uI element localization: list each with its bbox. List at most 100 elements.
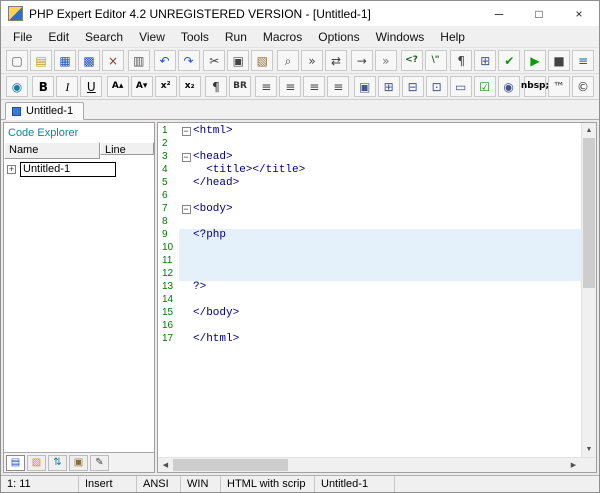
ftp-panel-tab[interactable]: ⇅ xyxy=(48,454,67,471)
maximize-button[interactable]: □ xyxy=(519,1,559,26)
italic-button[interactable]: I xyxy=(56,76,79,97)
insert-table-button[interactable]: ⊞ xyxy=(474,50,497,71)
nbsp-entity-button[interactable]: nbsp; xyxy=(521,76,549,97)
checkbox-button[interactable]: ☑ xyxy=(473,76,496,97)
save-icon: ▦ xyxy=(59,53,71,68)
font-bigger-button[interactable]: A▴ xyxy=(106,76,129,97)
special-chars-button[interactable]: ¶ xyxy=(450,50,473,71)
escape-quote-button[interactable]: \" xyxy=(424,50,447,71)
vertical-scrollbar[interactable]: ▲ ▼ xyxy=(581,123,596,457)
vertical-scroll-thumb[interactable] xyxy=(583,138,595,288)
bold-button[interactable]: B xyxy=(32,76,55,97)
subscript-button[interactable]: x₂ xyxy=(178,76,201,97)
todo-panel-tab[interactable]: ✎ xyxy=(90,454,109,471)
tab-untitled-1[interactable]: Untitled-1 xyxy=(5,102,85,120)
stop-script-button[interactable]: ■ xyxy=(548,50,570,71)
table-button[interactable]: ⊞ xyxy=(377,76,400,97)
save-all-button[interactable]: ▩ xyxy=(78,50,100,71)
new-file-icon: ▢ xyxy=(11,53,23,68)
scroll-left-icon[interactable]: ◀ xyxy=(158,458,173,472)
align-justify-button[interactable]: ≡ xyxy=(327,76,350,97)
status-syntax-mode: HTML with scrip xyxy=(221,476,315,492)
horizontal-scroll-track[interactable] xyxy=(173,458,566,472)
open-folder-button[interactable]: ▤ xyxy=(30,50,52,71)
underline-button[interactable]: U xyxy=(80,76,103,97)
menu-help[interactable]: Help xyxy=(432,28,473,46)
more-commands-button[interactable]: » xyxy=(374,50,397,71)
line-break-button[interactable]: BR xyxy=(228,76,251,97)
fold-column xyxy=(179,307,193,320)
align-center-button[interactable]: ≡ xyxy=(279,76,302,97)
tree-row[interactable]: + Untitled-1 xyxy=(7,162,154,177)
horizontal-scrollbar[interactable]: ◀ ▶ xyxy=(158,458,581,472)
menu-windows[interactable]: Windows xyxy=(368,28,433,46)
undo-button[interactable]: ↶ xyxy=(153,50,176,71)
minimize-button[interactable]: ─ xyxy=(479,1,519,26)
fold-column xyxy=(179,229,193,242)
editor-lines[interactable]: 1− <html> 2 3− <head> 4 <title></title> 5 </hea… xyxy=(158,123,581,457)
scroll-up-icon[interactable]: ▲ xyxy=(582,123,596,138)
form-button[interactable]: ▭ xyxy=(449,76,472,97)
find-button[interactable]: ⌕ xyxy=(277,50,299,71)
trademark-entity-button[interactable]: ™ xyxy=(547,76,570,97)
save-button[interactable]: ▦ xyxy=(54,50,76,71)
find-next-button[interactable]: » xyxy=(301,50,323,71)
fold-toggle-icon[interactable]: − xyxy=(181,127,191,136)
replace-button[interactable]: ⇄ xyxy=(325,50,347,71)
scroll-down-icon[interactable]: ▼ xyxy=(582,442,596,457)
print-button[interactable]: ▥ xyxy=(127,50,150,71)
table-row-button[interactable]: ⊟ xyxy=(401,76,424,97)
table-cell-button[interactable]: ⊡ xyxy=(425,76,448,97)
goto-line-button[interactable]: → xyxy=(350,50,373,71)
paste-button[interactable]: ▧ xyxy=(251,50,274,71)
code-explorer-tree[interactable]: + Untitled-1 xyxy=(4,159,154,452)
status-bar: 1: 11 Insert ANSI WIN HTML with scrip Untitle… xyxy=(1,475,599,492)
vertical-scroll-track[interactable] xyxy=(582,138,596,442)
file-browser-panel-tab[interactable]: ▧ xyxy=(27,454,46,471)
horizontal-scroll-thumb[interactable] xyxy=(173,459,288,471)
menu-edit[interactable]: Edit xyxy=(40,28,77,46)
code-text: <title></title> xyxy=(193,164,306,176)
app-icon xyxy=(8,6,23,21)
redo-button[interactable]: ↷ xyxy=(177,50,200,71)
menu-options[interactable]: Options xyxy=(310,28,367,46)
fold-toggle-icon[interactable]: − xyxy=(181,153,191,162)
superscript-button[interactable]: x² xyxy=(154,76,177,97)
radio-button-button[interactable]: ◉ xyxy=(497,76,520,97)
cut-button[interactable]: ✂ xyxy=(203,50,226,71)
preview-browser-button[interactable]: ◉ xyxy=(6,76,28,97)
form-icon: ▭ xyxy=(454,79,467,94)
align-left-icon: ≡ xyxy=(261,79,272,94)
line-number: 1 xyxy=(162,125,168,136)
close-file-button[interactable]: × xyxy=(102,50,124,71)
fold-toggle-icon[interactable]: − xyxy=(181,205,191,214)
check-syntax-button[interactable]: ✔ xyxy=(498,50,521,71)
align-left-button[interactable]: ≡ xyxy=(255,76,278,97)
pilcrow-button[interactable]: ¶ xyxy=(204,76,227,97)
script-output-button[interactable]: ≡ xyxy=(572,50,594,71)
run-script-button[interactable]: ▶ xyxy=(524,50,546,71)
snippets-panel-tab[interactable]: ▣ xyxy=(69,454,88,471)
code-explorer-panel: Code Explorer Name Line + Untitled-1 ▤ ▧ ⇅ ▣… xyxy=(3,122,155,473)
close-button[interactable]: × xyxy=(559,1,599,26)
column-header-line[interactable]: Line xyxy=(100,142,154,156)
line-number: 3 xyxy=(162,151,168,162)
copy-button[interactable]: ▣ xyxy=(227,50,250,71)
expander-icon[interactable]: + xyxy=(7,165,16,174)
align-right-button[interactable]: ≡ xyxy=(303,76,326,97)
insert-image-button[interactable]: ▣ xyxy=(353,76,376,97)
php-open-tag-button[interactable]: <? xyxy=(400,50,423,71)
menu-tools[interactable]: Tools xyxy=(173,28,217,46)
scroll-right-icon[interactable]: ▶ xyxy=(566,458,581,472)
new-file-button[interactable]: ▢ xyxy=(6,50,28,71)
code-explorer-panel-tab[interactable]: ▤ xyxy=(6,454,25,471)
column-header-name[interactable]: Name xyxy=(4,142,100,159)
font-smaller-button[interactable]: A▾ xyxy=(130,76,153,97)
menu-view[interactable]: View xyxy=(131,28,173,46)
copyright-entity-button[interactable]: © xyxy=(571,76,594,97)
menu-search[interactable]: Search xyxy=(77,28,131,46)
menu-macros[interactable]: Macros xyxy=(255,28,310,46)
menu-file[interactable]: File xyxy=(5,28,40,46)
menu-run[interactable]: Run xyxy=(217,28,255,46)
